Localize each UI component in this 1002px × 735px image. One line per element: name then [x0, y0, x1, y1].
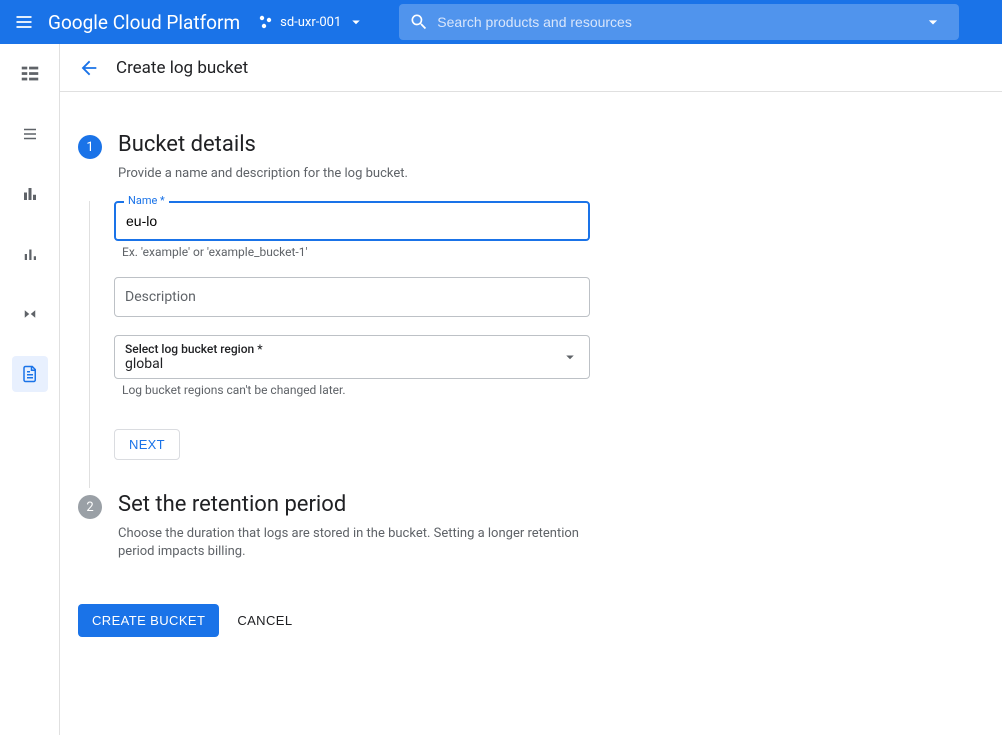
region-select[interactable]: Select log bucket region * global: [114, 335, 590, 379]
gcp-logo: Google Cloud Platform: [48, 11, 240, 34]
left-nav: [0, 44, 60, 735]
description-field[interactable]: Description: [114, 277, 590, 317]
name-label: Name *: [124, 194, 169, 207]
search-input[interactable]: [437, 14, 909, 30]
step-1-badge: 1: [78, 135, 102, 159]
project-icon: [258, 14, 274, 30]
search-expand-icon[interactable]: [917, 6, 949, 38]
step-2-title: Set the retention period: [118, 492, 760, 517]
region-value: global: [125, 356, 579, 372]
step-1-desc: Provide a name and description for the l…: [118, 165, 618, 183]
project-name: sd-uxr-001: [280, 15, 341, 30]
name-helper: Ex. 'example' or 'example_bucket-1': [114, 245, 760, 259]
step-2-desc: Choose the duration that logs are stored…: [118, 525, 618, 561]
create-bucket-button[interactable]: CREATE BUCKET: [78, 604, 219, 637]
nav-dashboard-icon[interactable]: [12, 176, 48, 212]
page-title: Create log bucket: [116, 58, 248, 78]
nav-list-icon[interactable]: [12, 116, 48, 152]
step-2-badge: 2: [78, 495, 102, 519]
sub-header: Create log bucket: [60, 44, 1002, 92]
step-1-title: Bucket details: [118, 132, 760, 157]
caret-down-icon: [347, 13, 365, 31]
region-label: Select log bucket region *: [125, 342, 579, 356]
nav-storage-icon[interactable]: [12, 356, 48, 392]
project-selector[interactable]: sd-uxr-001: [252, 9, 371, 35]
name-field[interactable]: Name *: [114, 201, 590, 241]
cancel-button[interactable]: CANCEL: [237, 613, 292, 628]
name-input[interactable]: [126, 213, 578, 229]
back-arrow-icon[interactable]: [78, 57, 100, 79]
dropdown-icon: [561, 348, 579, 366]
top-bar: Google Cloud Platform sd-uxr-001: [0, 0, 1002, 44]
region-helper: Log bucket regions can't be changed late…: [114, 383, 760, 397]
menu-icon[interactable]: [12, 10, 36, 34]
description-placeholder: Description: [125, 289, 196, 305]
nav-router-icon[interactable]: [12, 296, 48, 332]
nav-logs-icon[interactable]: [12, 56, 48, 92]
next-button[interactable]: NEXT: [114, 429, 180, 460]
nav-metrics-icon[interactable]: [12, 236, 48, 272]
search-icon: [409, 12, 429, 32]
search-box[interactable]: [399, 4, 959, 40]
